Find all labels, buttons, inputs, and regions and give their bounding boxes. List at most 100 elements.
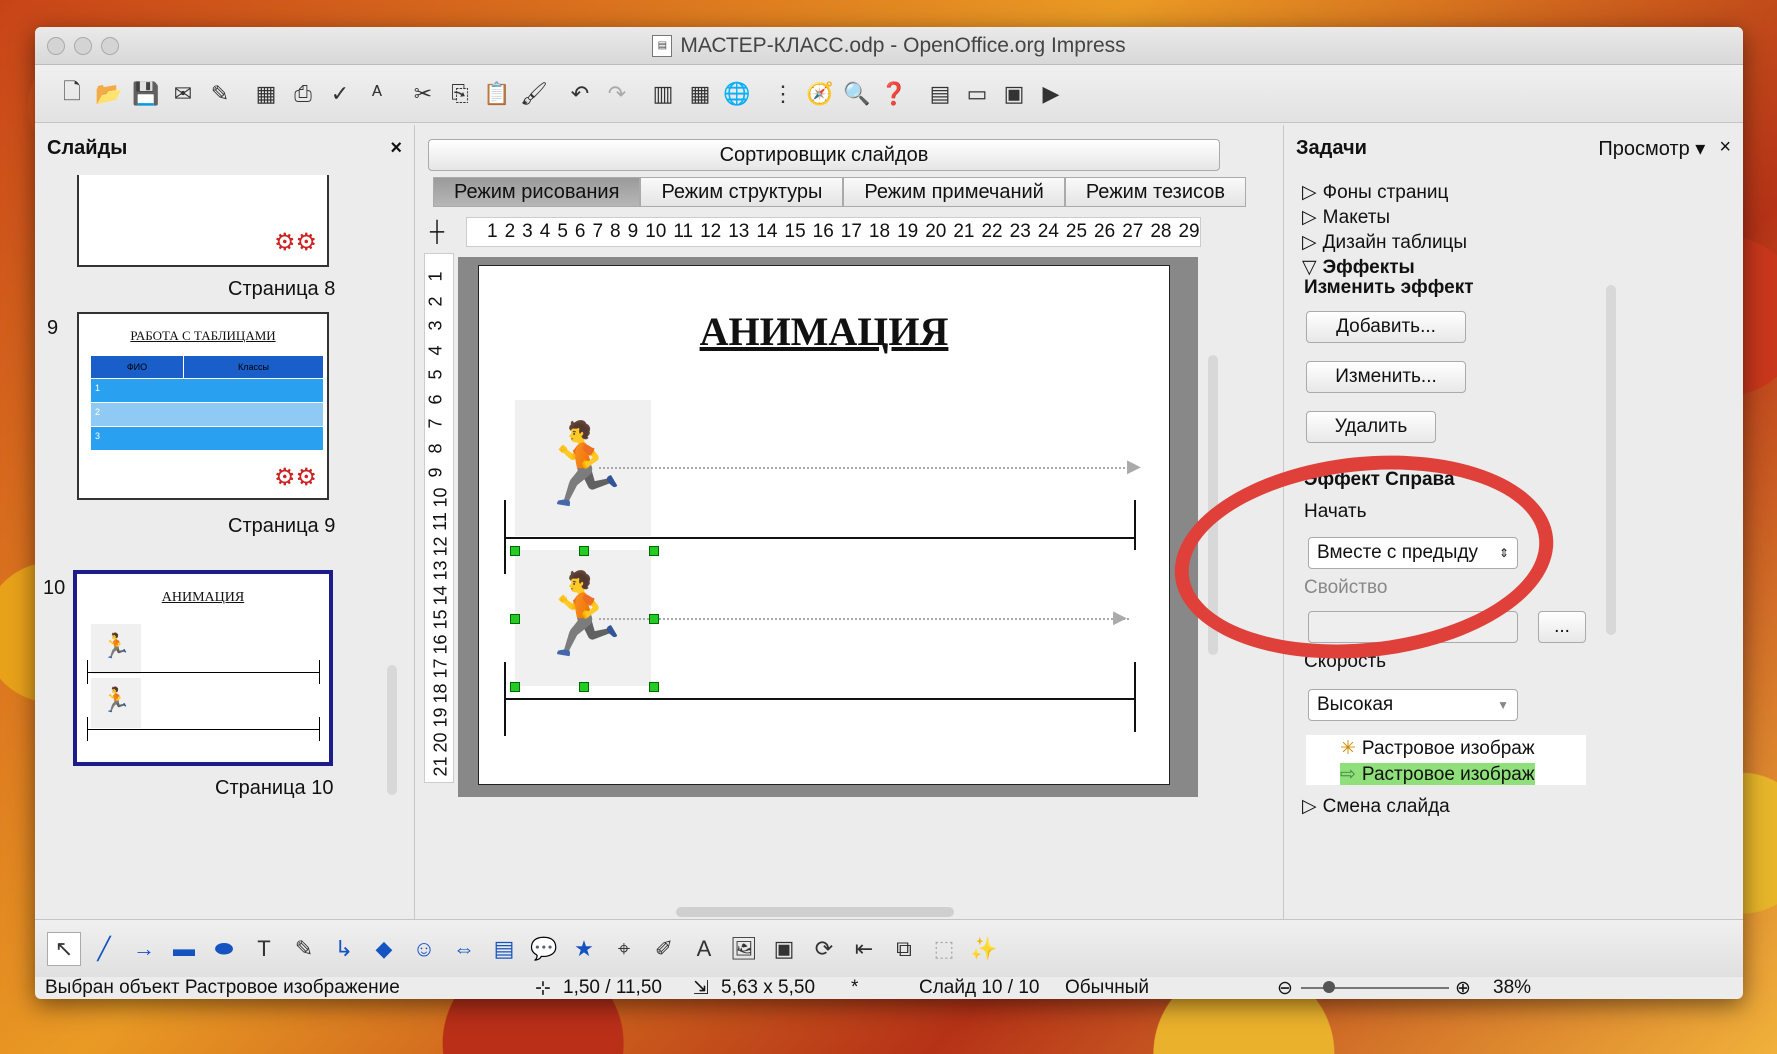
- copy-icon[interactable]: ⎘: [443, 77, 477, 111]
- stars-icon[interactable]: ★: [567, 932, 601, 966]
- autospell-icon[interactable]: ᴬ: [360, 77, 394, 111]
- selection-handle[interactable]: [649, 614, 659, 624]
- ellipse-icon[interactable]: ⬬: [207, 932, 241, 966]
- tab-notes-view[interactable]: Режим примечаний: [843, 177, 1065, 207]
- fontwork-icon[interactable]: A: [687, 932, 721, 966]
- horizontal-ruler[interactable]: 1 2 3 4 5 6 7 8 9 10 11 12 13 14 15 16 17 18 19 20 21 22 23 24 2…: [466, 217, 1201, 247]
- rotate-icon[interactable]: ⟳: [807, 932, 841, 966]
- selection-handle[interactable]: [510, 614, 520, 624]
- table-icon[interactable]: ▦: [683, 77, 717, 111]
- effects-list-item[interactable]: ✳ Растровое изображ: [1340, 737, 1535, 760]
- line-icon[interactable]: ╱: [87, 932, 121, 966]
- tab-handout-view[interactable]: Режим тезисов: [1064, 177, 1246, 207]
- zoom-in-icon[interactable]: ⊕: [1455, 977, 1471, 999]
- hyperlink-icon[interactable]: 🌐: [720, 77, 754, 111]
- effects-list[interactable]: ✳ Растровое изображ ⇨ Растровое изображ: [1306, 735, 1586, 785]
- ruler-origin-icon[interactable]: ┼: [424, 221, 450, 247]
- chart-icon[interactable]: ▥: [646, 77, 680, 111]
- slide-design-icon[interactable]: ▣: [997, 77, 1031, 111]
- slide-thumbnail-10[interactable]: АНИМАЦИЯ 🏃 🏃: [73, 570, 333, 766]
- minimize-window-button[interactable]: [74, 37, 92, 55]
- section-slide-transition[interactable]: ▷ Смена слайда: [1302, 795, 1450, 818]
- triangle-right-icon: ▷: [1302, 207, 1317, 228]
- slide-thumbnail-8[interactable]: ⚙⚙: [77, 175, 329, 267]
- basic-shapes-icon[interactable]: ◆: [367, 932, 401, 966]
- modify-effect-button[interactable]: Изменить...: [1306, 361, 1466, 393]
- view-menu[interactable]: Просмотр ▾: [1598, 136, 1705, 161]
- slide-thumbnail-9[interactable]: РАБОТА С ТАБЛИЦАМИ ФИО Классы 1 2 3 ⚙⚙: [77, 312, 329, 500]
- extrusion-icon[interactable]: ⬚: [927, 932, 961, 966]
- from-file-icon[interactable]: 🖼: [727, 932, 761, 966]
- grid-icon[interactable]: ⋮: [766, 77, 800, 111]
- tasks-scrollbar[interactable]: [1606, 285, 1616, 635]
- effects-list-item-selected[interactable]: ⇨ Растровое изображ: [1340, 763, 1535, 785]
- section-layouts[interactable]: ▷ Макеты: [1302, 206, 1390, 229]
- curve-icon[interactable]: ✎: [287, 932, 321, 966]
- section-table-design[interactable]: ▷ Дизайн таблицы: [1302, 231, 1467, 254]
- text-icon[interactable]: T: [247, 932, 281, 966]
- spellcheck-icon[interactable]: ✓: [323, 77, 357, 111]
- selection-handle[interactable]: [510, 682, 520, 692]
- export-pdf-icon[interactable]: ▦: [249, 77, 283, 111]
- undo-icon[interactable]: ↶: [563, 77, 597, 111]
- help-icon[interactable]: ❓: [877, 77, 911, 111]
- close-window-button[interactable]: [47, 37, 65, 55]
- format-paintbrush-icon[interactable]: 🖌: [517, 77, 551, 111]
- connector-icon[interactable]: ↳: [327, 932, 361, 966]
- tab-drawing-view[interactable]: Режим рисования: [433, 177, 641, 207]
- slide-icon[interactable]: ▤: [923, 77, 957, 111]
- slides-scrollbar[interactable]: [387, 665, 397, 795]
- zoom-slider-thumb[interactable]: [1323, 981, 1335, 993]
- glue-points-icon[interactable]: ✐: [647, 932, 681, 966]
- close-icon[interactable]: ×: [1719, 136, 1731, 161]
- slideshow-icon[interactable]: ▶: [1034, 77, 1068, 111]
- arrange-icon[interactable]: ⧉: [887, 932, 921, 966]
- rectangle-icon[interactable]: ▬: [167, 932, 201, 966]
- slide-layout-icon[interactable]: ▭: [960, 77, 994, 111]
- section-page-backgrounds[interactable]: ▷ Фоны страниц: [1302, 181, 1448, 204]
- editor-hscrollbar[interactable]: [676, 907, 954, 917]
- symbol-shapes-icon[interactable]: ☺: [407, 932, 441, 966]
- flowchart-icon[interactable]: ▤: [487, 932, 521, 966]
- open-icon[interactable]: 📂: [92, 77, 126, 111]
- zoom-level: 38%: [1493, 977, 1532, 998]
- zoom-icon[interactable]: 🔍: [840, 77, 874, 111]
- close-icon[interactable]: ×: [390, 137, 402, 160]
- email-icon[interactable]: ✉: [166, 77, 200, 111]
- redo-icon[interactable]: ↷: [600, 77, 634, 111]
- ruler-tick-label: 25: [1065, 221, 1088, 242]
- vertical-ruler[interactable]: 12345678910111213141516171819202122: [424, 253, 454, 783]
- add-effect-button[interactable]: Добавить...: [1306, 311, 1466, 343]
- cut-icon[interactable]: ✂: [406, 77, 440, 111]
- save-icon[interactable]: 💾: [129, 77, 163, 111]
- arrow-line-icon[interactable]: →: [127, 932, 161, 966]
- callouts-icon[interactable]: 💬: [527, 932, 561, 966]
- gallery-icon[interactable]: ▣: [767, 932, 801, 966]
- slide-sorter-button[interactable]: Сортировщик слайдов: [428, 139, 1220, 171]
- block-arrows-icon[interactable]: ⇔: [447, 932, 481, 966]
- selection-handle[interactable]: [579, 546, 589, 556]
- print-icon[interactable]: ⎙: [286, 77, 320, 111]
- edit-file-icon[interactable]: ✎: [203, 77, 237, 111]
- selection-handle[interactable]: [579, 682, 589, 692]
- paste-icon[interactable]: 📋: [480, 77, 514, 111]
- select-arrow-icon[interactable]: ↖: [47, 931, 81, 966]
- section-effects[interactable]: ▽ Эффекты: [1302, 256, 1415, 279]
- slide-number-10: 10: [43, 577, 66, 599]
- selection-handle[interactable]: [649, 682, 659, 692]
- selection-handle[interactable]: [649, 546, 659, 556]
- zoom-out-icon[interactable]: ⊖: [1277, 977, 1293, 999]
- zoom-window-button[interactable]: [101, 37, 119, 55]
- slide-title[interactable]: АНИМАЦИЯ: [479, 308, 1169, 355]
- tab-outline-view[interactable]: Режим структуры: [640, 177, 844, 207]
- remove-effect-button[interactable]: Удалить: [1306, 411, 1436, 443]
- new-icon[interactable]: 🗋: [55, 77, 89, 111]
- navigator-icon[interactable]: 🧭: [803, 77, 837, 111]
- selection-handle[interactable]: [510, 546, 520, 556]
- editor-area: Сортировщик слайдов Режим рисования Режи…: [418, 125, 1280, 919]
- speed-select[interactable]: Высокая ▼: [1308, 689, 1518, 721]
- property-options-button[interactable]: ...: [1538, 611, 1586, 643]
- points-icon[interactable]: ⌖: [607, 932, 641, 966]
- align-icon[interactable]: ⇤: [847, 932, 881, 966]
- interaction-icon[interactable]: ✨: [967, 932, 1001, 966]
